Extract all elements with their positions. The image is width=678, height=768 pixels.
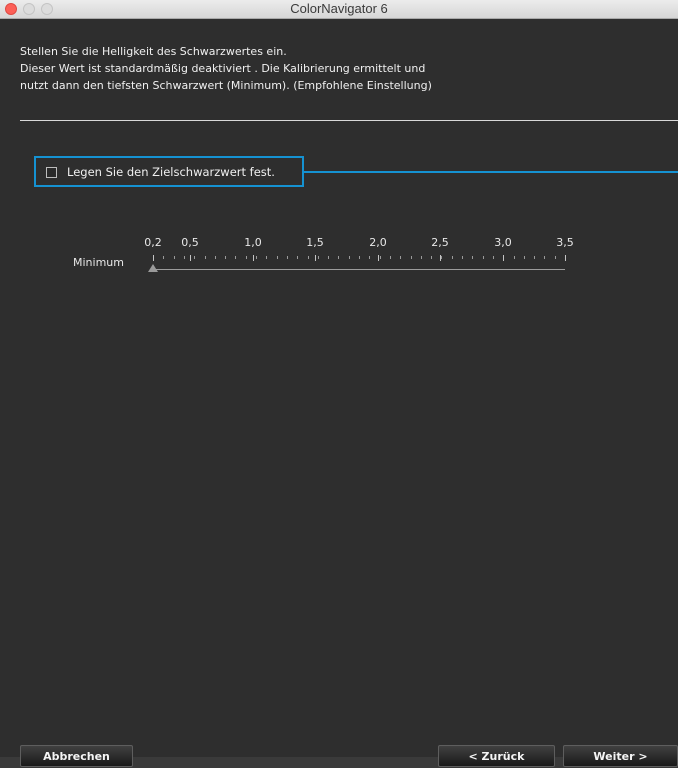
slider-major-tick [315, 255, 316, 261]
back-button[interactable]: < Zurück [438, 745, 555, 767]
section-divider [20, 120, 678, 121]
slider-label: Minimum [73, 256, 124, 269]
slider-minor-tick [328, 256, 329, 259]
next-button[interactable]: Weiter > [563, 745, 678, 767]
slider-major-tick [190, 255, 191, 261]
slider-thumb[interactable] [148, 264, 158, 272]
slider-minor-tick [462, 256, 463, 259]
slider-minor-tick [194, 256, 195, 259]
slider-minor-tick [421, 256, 422, 259]
slider-major-tick [378, 255, 379, 261]
slider-minor-tick [215, 256, 216, 259]
slider-minor-tick [174, 256, 175, 259]
slider-minor-tick [205, 256, 206, 259]
slider-minor-tick [297, 256, 298, 259]
slider-minor-tick [163, 256, 164, 259]
description-line-3: nutzt dann den tiefsten Schwarzwert (Min… [20, 79, 432, 92]
slider-minor-tick [225, 256, 226, 259]
checkbox-highlight: Legen Sie den Zielschwarzwert fest. [34, 156, 304, 187]
description-text: Stellen Sie die Helligkeit des Schwarzwe… [20, 43, 432, 94]
slider-major-tick [253, 255, 254, 261]
target-black-checkbox-label[interactable]: Legen Sie den Zielschwarzwert fest. [67, 165, 275, 179]
slider-track[interactable] [153, 269, 565, 270]
slider-tick-label: 0,2 [144, 236, 162, 249]
title-bar: ColorNavigator 6 [0, 0, 678, 19]
slider-minor-tick [318, 256, 319, 259]
highlight-connector-line [304, 171, 678, 173]
slider-minor-tick [452, 256, 453, 259]
slider-minor-tick [472, 256, 473, 259]
slider-major-tick [503, 255, 504, 261]
slider-minor-tick [369, 256, 370, 259]
slider-minor-tick [184, 256, 185, 259]
slider-minor-tick [534, 256, 535, 259]
slider-tick-label: 2,0 [369, 236, 387, 249]
slider-minor-tick [359, 256, 360, 259]
cancel-button[interactable]: Abbrechen [20, 745, 133, 767]
slider-minor-tick [431, 256, 432, 259]
slider-minor-tick [349, 256, 350, 259]
slider-minor-tick [277, 256, 278, 259]
slider-minor-tick [308, 256, 309, 259]
target-black-checkbox[interactable] [46, 167, 57, 178]
slider-minor-tick [493, 256, 494, 259]
slider-minor-tick [390, 256, 391, 259]
slider-major-tick [153, 255, 154, 261]
slider-minor-tick [555, 256, 556, 259]
description-line-2: Dieser Wert ist standardmäßig deaktivier… [20, 62, 426, 75]
slider-minor-tick [338, 256, 339, 259]
slider-minor-tick [287, 256, 288, 259]
slider-minor-tick [524, 256, 525, 259]
slider-tick-label: 1,0 [244, 236, 262, 249]
slider-minor-tick [441, 256, 442, 259]
slider-minor-tick [483, 256, 484, 259]
description-line-1: Stellen Sie die Helligkeit des Schwarzwe… [20, 45, 287, 58]
slider-minor-tick [400, 256, 401, 259]
slider-tick-label: 3,0 [494, 236, 512, 249]
slider-tick-label: 3,5 [556, 236, 574, 249]
slider-minor-tick [514, 256, 515, 259]
slider-major-tick [565, 255, 566, 261]
slider-tick-label: 0,5 [181, 236, 199, 249]
slider-minor-tick [235, 256, 236, 259]
window-title: ColorNavigator 6 [290, 1, 388, 16]
dialog-content: Stellen Sie die Helligkeit des Schwarzwe… [0, 19, 678, 767]
slider-minor-tick [256, 256, 257, 259]
slider-minor-tick [544, 256, 545, 259]
slider-tick-label: 2,5 [431, 236, 449, 249]
slider-minor-tick [411, 256, 412, 259]
slider-tick-label: 1,5 [306, 236, 324, 249]
slider-major-tick [440, 255, 441, 261]
slider-minor-tick [246, 256, 247, 259]
slider-minor-tick [266, 256, 267, 259]
slider-minor-tick [380, 256, 381, 259]
